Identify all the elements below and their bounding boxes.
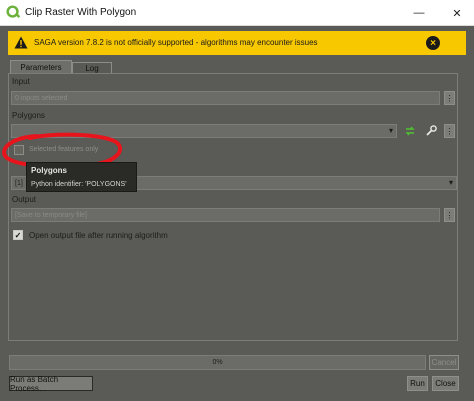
open-output-checkbox[interactable]: ✓ xyxy=(13,230,23,240)
parameters-panel xyxy=(8,73,458,341)
tooltip-python-identifier: Python identifier: 'POLYGONS' xyxy=(31,181,127,188)
polygons-label: Polygons xyxy=(12,111,45,120)
ellipsis-icon: ⋮ xyxy=(445,210,454,220)
progress-text: 0% xyxy=(212,359,223,366)
chevron-down-icon: ▾ xyxy=(448,178,453,187)
close-icon: ✕ xyxy=(452,7,462,20)
minimize-icon: — xyxy=(413,7,425,19)
ellipsis-icon: ⋮ xyxy=(445,93,454,103)
close-button[interactable]: Close xyxy=(432,376,459,391)
input-label: Input xyxy=(12,77,30,86)
iterate-icon xyxy=(405,126,415,136)
dismiss-warning-button[interactable]: × xyxy=(426,36,440,50)
secondary-combo-value: [1] xyxy=(15,179,23,187)
qgis-logo-icon xyxy=(6,5,21,19)
chevron-down-icon: ▾ xyxy=(388,126,393,135)
ellipsis-icon: ⋮ xyxy=(445,126,454,136)
iterate-button[interactable] xyxy=(404,125,416,137)
warning-icon xyxy=(14,36,28,49)
open-output-label: Open output file after running algorithm xyxy=(29,231,168,240)
parameter-tooltip: Polygons Python identifier: 'POLYGONS' xyxy=(26,162,137,192)
tab-parameters[interactable]: Parameters xyxy=(10,60,72,74)
input-field[interactable]: 0 inputs selected xyxy=(11,91,440,105)
output-field[interactable]: [Save to temporary file] xyxy=(11,208,440,222)
window-title: Clip Raster With Polygon xyxy=(25,7,137,18)
cancel-button[interactable]: Cancel xyxy=(429,355,459,370)
close-window-button[interactable]: ✕ xyxy=(441,0,473,26)
input-browse-button[interactable]: ⋮ xyxy=(444,91,455,105)
minimize-button[interactable]: — xyxy=(403,0,435,26)
warning-bar: SAGA version 7.8.2 is not officially sup… xyxy=(8,31,466,55)
output-browse-button[interactable]: ⋮ xyxy=(444,208,455,222)
progress-bar: 0% xyxy=(9,355,426,370)
checkmark-icon: ✓ xyxy=(14,230,22,240)
close-circle-icon: × xyxy=(430,37,436,49)
warning-message: SAGA version 7.8.2 is not officially sup… xyxy=(34,38,318,47)
wrench-icon xyxy=(426,125,437,136)
polygons-browse-button[interactable]: ⋮ xyxy=(444,124,455,138)
run-batch-process-button[interactable]: Run as Batch Process… xyxy=(9,375,93,393)
tooltip-title: Polygons xyxy=(31,166,68,175)
settings-button[interactable] xyxy=(425,124,438,137)
title-bar: Clip Raster With Polygon — ✕ xyxy=(0,0,474,26)
output-label: Output xyxy=(12,195,37,204)
run-button[interactable]: Run xyxy=(407,376,428,391)
